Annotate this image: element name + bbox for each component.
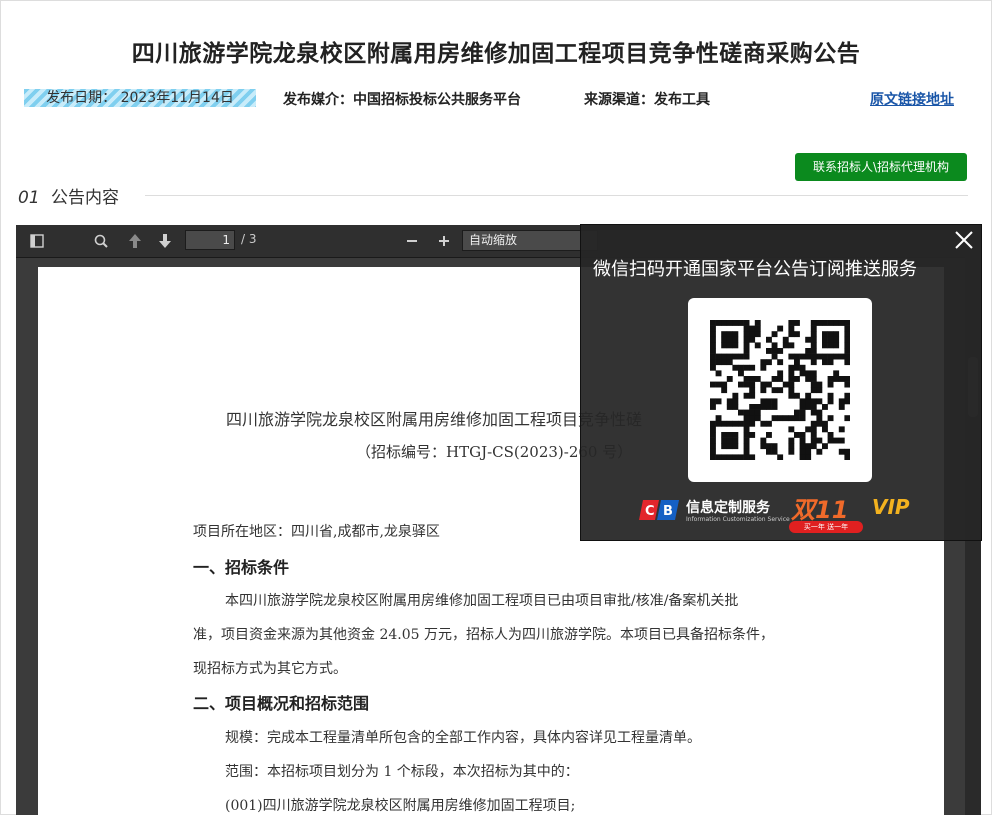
promo-banner[interactable]: C B 信息定制服务 Information Customization Ser… <box>639 490 929 534</box>
paragraph-line: 范围：本招标项目划分为 1 个标段，本次招标为其中的： <box>225 764 579 780</box>
section-number: 01 <box>18 188 40 208</box>
arrow-up-icon[interactable] <box>126 231 144 251</box>
service-logo-icon: C B <box>639 500 679 520</box>
arrow-down-icon[interactable] <box>156 231 174 251</box>
paragraph-line: 规模：完成本工程量清单所包含的全部工作内容，具体内容详见工程量清单。 <box>225 730 701 746</box>
heading-scope: 二、项目概况和招标范围 <box>193 694 370 713</box>
paragraph-line: 准，项目资金来源为其他资金 24.05 万元，招标人为四川旅游学院。本项目已具备… <box>193 627 774 643</box>
sidebar-toggle-icon[interactable] <box>28 231 46 251</box>
paragraph-line: (001)四川旅游学院龙泉校区附属用房维修加固工程项目; <box>225 798 576 814</box>
source-channel: 来源渠道：发布工具 <box>584 92 710 108</box>
project-region: 项目所在地区：四川省,成都市,龙泉驿区 <box>193 524 440 540</box>
close-icon[interactable] <box>951 227 977 253</box>
banner-title: 信息定制服务 <box>686 500 770 516</box>
zoom-in-icon[interactable] <box>436 231 452 251</box>
publish-media: 发布媒介：中国招标投标公共服务平台 <box>283 92 521 108</box>
popup-title: 微信扫码开通国家平台公告订阅推送服务 <box>593 259 917 280</box>
zoom-select[interactable]: 自动缩放 <box>462 230 598 251</box>
section-heading: 01 公告内容 <box>18 183 119 208</box>
qr-code-card <box>688 298 872 482</box>
section-label: 公告内容 <box>51 188 120 208</box>
paragraph-line: 现招标方式为其它方式。 <box>193 661 347 677</box>
search-icon[interactable] <box>92 231 110 251</box>
section-divider <box>145 195 968 196</box>
page-total: / 3 <box>241 232 257 246</box>
subscription-popup: 微信扫码开通国家平台公告订阅推送服务 C B 信息定制服务 Informatio… <box>580 224 982 541</box>
vip-badge: VIP <box>872 495 910 519</box>
promo-double11: 双11 <box>791 496 849 524</box>
svg-text:C: C <box>645 504 655 519</box>
paragraph-line: 本四川旅游学院龙泉校区附属用房维修加固工程项目已由项目审批/核准/备案机关批 <box>225 593 739 609</box>
page-title: 四川旅游学院龙泉校区附属用房维修加固工程项目竞争性磋商采购公告 <box>131 41 861 67</box>
publish-date: 发布日期： 2023年11月14日 <box>24 89 256 107</box>
zoom-out-icon[interactable] <box>404 231 420 251</box>
contact-button[interactable]: 联系招标人\招标代理机构 <box>795 153 967 181</box>
svg-text:B: B <box>663 504 673 519</box>
qr-code-icon <box>710 320 850 460</box>
page-number-input[interactable]: 1 <box>185 230 235 250</box>
promo-offer: 买一年 送一年 <box>789 521 863 533</box>
source-link[interactable]: 原文链接地址 <box>870 89 954 109</box>
heading-conditions: 一、招标条件 <box>193 558 290 577</box>
banner-subtitle: Information Customization Service <box>686 516 790 523</box>
